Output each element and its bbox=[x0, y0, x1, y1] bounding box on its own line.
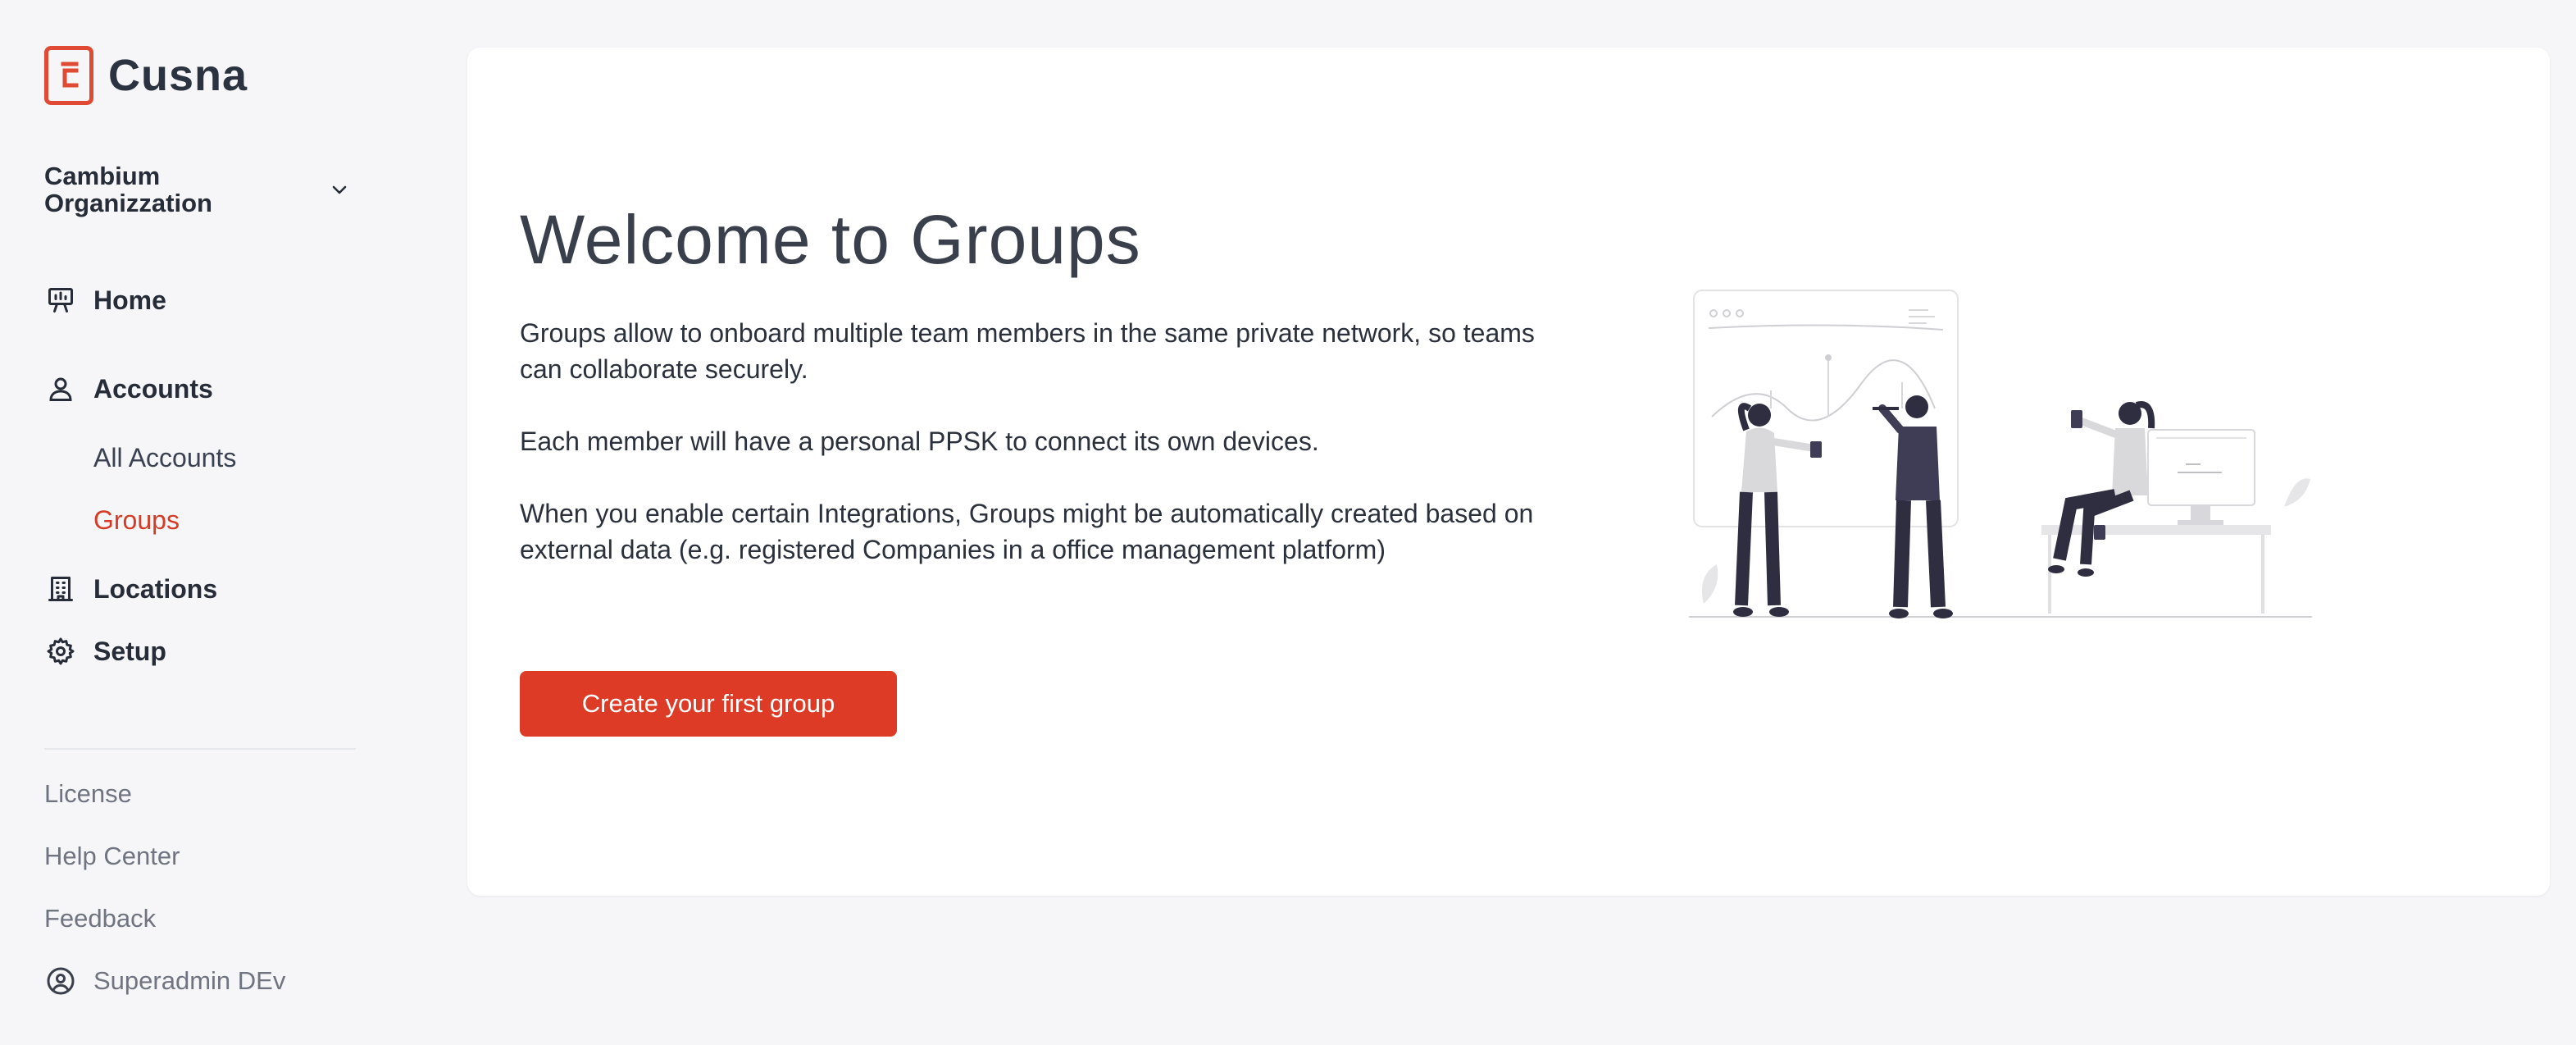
user-menu[interactable]: Superadmin DEv bbox=[44, 965, 285, 997]
nav-item-accounts[interactable]: Accounts bbox=[44, 372, 213, 405]
org-name: Cambium Organizzation bbox=[44, 162, 212, 217]
user-icon bbox=[44, 372, 77, 405]
footer-feedback-link[interactable]: Feedback bbox=[44, 904, 156, 933]
user-name: Superadmin DEv bbox=[93, 966, 286, 995]
footer-license-link[interactable]: License bbox=[44, 779, 132, 809]
presentation-board-icon bbox=[44, 284, 77, 317]
page-title: Welcome to Groups bbox=[520, 201, 1141, 278]
chevron-down-icon[interactable] bbox=[323, 173, 356, 206]
brand-logo[interactable]: Cusna bbox=[44, 46, 248, 105]
integrations-paragraph: When you enable certain Integrations, Gr… bbox=[520, 499, 1534, 564]
nav-item-all-accounts[interactable]: All Accounts bbox=[93, 443, 236, 473]
create-first-group-button[interactable]: Create your first group bbox=[520, 671, 897, 737]
building-icon bbox=[44, 573, 77, 605]
user-circle-icon bbox=[44, 965, 77, 997]
nav-label-home: Home bbox=[93, 285, 166, 315]
nav-item-setup[interactable]: Setup bbox=[44, 635, 166, 668]
nav-label-locations: Locations bbox=[93, 573, 218, 604]
nav-label-setup: Setup bbox=[93, 636, 166, 666]
gear-icon bbox=[44, 635, 77, 668]
intro-paragraph: Groups allow to onboard multiple team me… bbox=[520, 318, 1535, 384]
org-switcher[interactable]: Cambium Organizzation bbox=[44, 162, 356, 217]
nav-item-groups[interactable]: Groups bbox=[93, 505, 180, 536]
welcome-card: Welcome to Groups Groups allow to onboar… bbox=[467, 48, 2550, 896]
sidebar-divider bbox=[44, 748, 356, 750]
sidebar: Cusna Cambium Organizzation Home Account bbox=[0, 0, 443, 1045]
nav-item-home[interactable]: Home bbox=[44, 284, 166, 317]
footer-help-center-link[interactable]: Help Center bbox=[44, 842, 180, 871]
team-collaboration-illustration bbox=[1689, 285, 2320, 679]
brand-name: Cusna bbox=[108, 51, 248, 100]
nav-label-accounts: Accounts bbox=[93, 373, 213, 404]
cusna-logo-icon bbox=[44, 46, 93, 105]
app-root: Cusna Cambium Organizzation Home Account bbox=[0, 0, 2576, 1045]
ppsk-paragraph: Each member will have a personal PPSK to… bbox=[520, 427, 1319, 456]
nav-item-locations[interactable]: Locations bbox=[44, 573, 217, 605]
